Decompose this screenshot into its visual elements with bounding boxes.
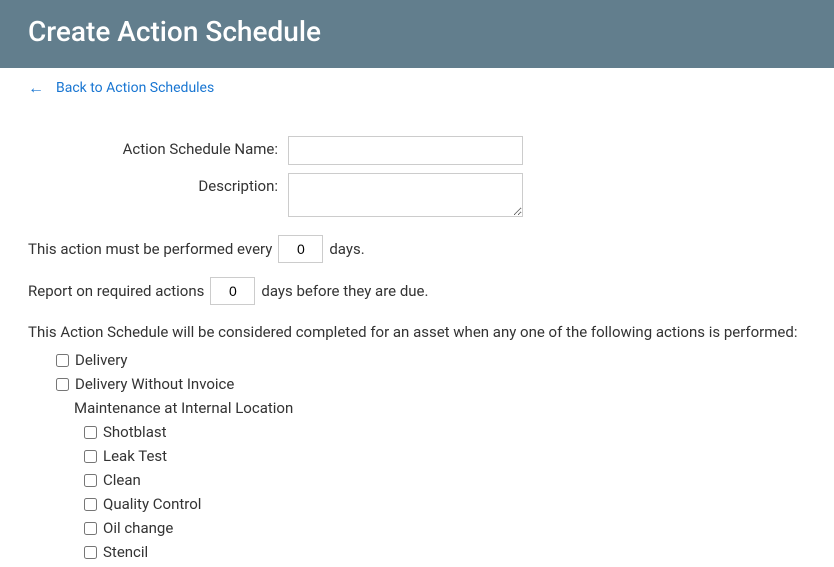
- report-prefix: Report on required actions: [28, 282, 204, 300]
- page-title: Create Action Schedule: [28, 15, 806, 48]
- action-clean: Clean: [84, 471, 806, 489]
- label-clean: Clean: [103, 471, 141, 489]
- checkbox-quality-control[interactable]: [84, 498, 97, 511]
- maintenance-group-label: Maintenance at Internal Location: [56, 399, 806, 417]
- form-area: Action Schedule Name: Description: This …: [0, 108, 834, 561]
- description-label: Description:: [28, 173, 288, 195]
- label-leak-test: Leak Test: [103, 447, 167, 465]
- action-shotblast: Shotblast: [84, 423, 806, 441]
- action-stencil: Stencil: [84, 543, 806, 561]
- action-list: Delivery Delivery Without Invoice Mainte…: [28, 351, 806, 561]
- description-row: Description:: [28, 173, 806, 217]
- action-oil-change: Oil change: [84, 519, 806, 537]
- name-label: Action Schedule Name:: [28, 136, 288, 158]
- label-oil-change: Oil change: [103, 519, 173, 537]
- name-input[interactable]: [288, 136, 523, 165]
- label-shotblast: Shotblast: [103, 423, 167, 441]
- back-to-schedules-link[interactable]: Back to Action Schedules: [56, 80, 214, 96]
- report-row: Report on required actions days before t…: [28, 277, 806, 305]
- page-header: Create Action Schedule: [0, 0, 834, 68]
- label-stencil: Stencil: [103, 543, 148, 561]
- completion-text: This Action Schedule will be considered …: [28, 323, 806, 341]
- checkbox-shotblast[interactable]: [84, 426, 97, 439]
- action-delivery-without-invoice: Delivery Without Invoice: [56, 375, 806, 393]
- frequency-suffix: days.: [329, 240, 364, 258]
- checkbox-delivery-without-invoice[interactable]: [56, 378, 69, 391]
- action-quality-control: Quality Control: [84, 495, 806, 513]
- checkbox-stencil[interactable]: [84, 546, 97, 559]
- back-arrow-icon[interactable]: ←: [28, 78, 44, 98]
- checkbox-clean[interactable]: [84, 474, 97, 487]
- checkbox-leak-test[interactable]: [84, 450, 97, 463]
- frequency-row: This action must be performed every days…: [28, 235, 806, 263]
- report-suffix: days before they are due.: [261, 282, 428, 300]
- checkbox-delivery[interactable]: [56, 354, 69, 367]
- label-delivery: Delivery: [75, 351, 128, 369]
- description-input[interactable]: [288, 173, 523, 217]
- back-link-row: ← Back to Action Schedules: [0, 68, 834, 108]
- frequency-input[interactable]: [278, 235, 323, 263]
- frequency-prefix: This action must be performed every: [28, 240, 272, 258]
- checkbox-oil-change[interactable]: [84, 522, 97, 535]
- maintenance-sublist: Shotblast Leak Test Clean Quality Contro…: [56, 423, 806, 561]
- action-leak-test: Leak Test: [84, 447, 806, 465]
- label-quality-control: Quality Control: [103, 495, 201, 513]
- name-row: Action Schedule Name:: [28, 136, 806, 165]
- report-input[interactable]: [210, 277, 255, 305]
- label-delivery-without-invoice: Delivery Without Invoice: [75, 375, 234, 393]
- action-delivery: Delivery: [56, 351, 806, 369]
